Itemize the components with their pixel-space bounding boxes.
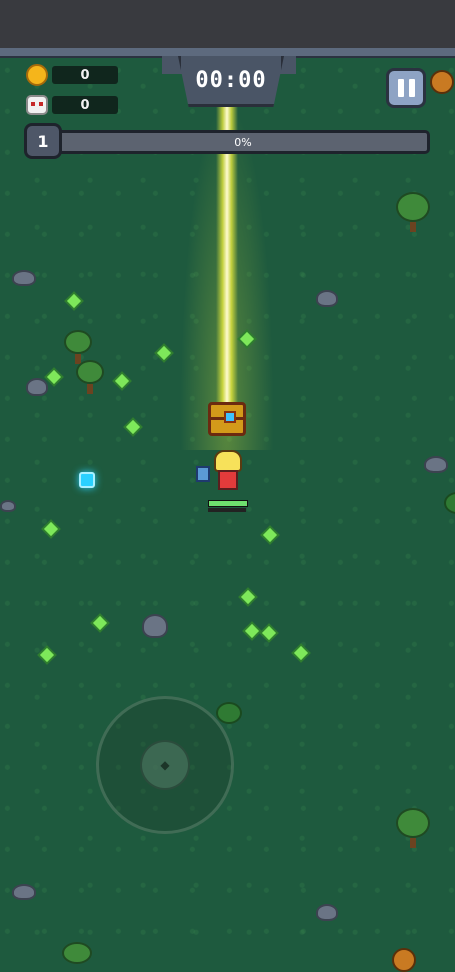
player-hp-fill: [209, 501, 247, 506]
timer-plate: 00:00: [178, 56, 284, 107]
tree: [76, 360, 104, 394]
tree: [396, 808, 430, 848]
rock: [316, 290, 338, 307]
xp-percent-label: 0%: [234, 135, 252, 149]
system-status-bar: [0, 0, 455, 48]
rock: [316, 904, 338, 921]
tree: [396, 192, 430, 232]
player-hp-bar: [208, 500, 248, 507]
coin-count: 0: [52, 66, 118, 84]
level-badge: 1: [24, 123, 62, 159]
rock: [424, 456, 448, 473]
pause-icon: [397, 79, 404, 97]
kill-count: 0: [52, 96, 118, 114]
kill-counter: 0: [26, 94, 118, 116]
tree: [62, 942, 92, 964]
player-body: [218, 470, 238, 490]
enemy: [430, 70, 454, 94]
player-character: [196, 450, 246, 496]
skull-icon: [26, 94, 48, 116]
pause-button[interactable]: [386, 68, 426, 108]
game-timer: 00:00: [195, 67, 267, 93]
treasure-chest[interactable]: [208, 402, 246, 436]
coin-counter: 0: [26, 64, 118, 86]
tree: [64, 330, 92, 364]
player-xp-mini-bar: [208, 508, 246, 512]
rock: [12, 884, 36, 900]
rock: [12, 270, 36, 286]
coin-icon: [26, 64, 48, 86]
virtual-joystick[interactable]: ◆: [96, 696, 234, 834]
enemy: [392, 948, 416, 972]
joystick-thumb[interactable]: ◆: [140, 740, 190, 790]
player-head: [214, 450, 242, 472]
magnet-orb: [79, 472, 95, 488]
bush: [216, 702, 242, 724]
dpad-arrows-icon: ◆: [160, 758, 170, 772]
rock: [0, 500, 16, 512]
pause-icon-bar: [408, 79, 415, 97]
rock: [26, 378, 48, 396]
chest-gem-icon: [224, 411, 236, 423]
rock: [142, 614, 168, 638]
spellbook-icon: [196, 466, 210, 482]
xp-progress-bar: 0%: [56, 130, 430, 154]
